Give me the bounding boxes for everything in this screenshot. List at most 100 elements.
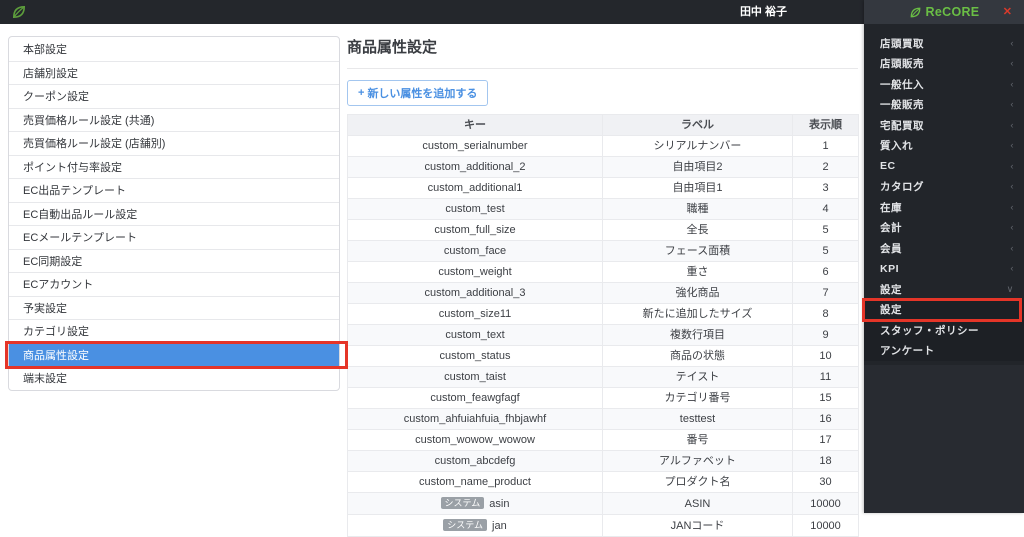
table-row[interactable]: custom_additional_3 強化商品 7 xyxy=(347,282,859,304)
table-row[interactable]: custom_additional1 自由項目1 3 xyxy=(347,177,859,199)
table-row[interactable]: custom_weight 重さ 6 xyxy=(347,261,859,283)
attr-order-cell: 15 xyxy=(792,387,859,409)
settings-nav-item-label: 本部設定 xyxy=(23,43,67,56)
attr-key: custom_feawgfagf xyxy=(430,392,520,404)
sidebar-item-label: KPI xyxy=(880,262,900,275)
settings-nav-item[interactable]: 売買価格ルール設定 (共通) xyxy=(9,107,339,132)
attr-key: custom_size11 xyxy=(438,308,512,320)
sidebar-item[interactable]: 店頭買取 ‹ xyxy=(864,33,1024,54)
attr-label-cell: 複数行項目 xyxy=(602,324,793,346)
settings-nav-item-label: クーポン設定 xyxy=(23,91,89,104)
settings-nav-item[interactable]: クーポン設定 xyxy=(9,84,339,108)
table-row[interactable]: custom_size11 新たに追加したサイズ 8 xyxy=(347,303,859,325)
sidebar-item[interactable]: 在庫 ‹ xyxy=(864,197,1024,218)
leaf-icon xyxy=(910,7,920,17)
attr-key: custom_face xyxy=(443,245,507,257)
column-header-label: ラベル xyxy=(602,114,793,136)
settings-nav-item[interactable]: カテゴリ設定 xyxy=(9,319,339,343)
table-row[interactable]: custom_ahfuiahfuia_fhbjawhf testtest 16 xyxy=(347,408,859,430)
chevron-icon: ‹ xyxy=(1010,181,1014,193)
sidebar-item[interactable]: 宅配買取 ‹ xyxy=(864,115,1024,136)
settings-nav-item[interactable]: 本部設定 xyxy=(9,37,339,61)
attr-order-cell: 10 xyxy=(792,345,859,367)
main-content: 商品属性設定 + 新しい属性を追加する キー ラベル 表示順 custom_se… xyxy=(347,36,859,537)
attr-key-cell: custom_additional_3 xyxy=(347,282,603,304)
user-menu[interactable]: 田中 裕子 xyxy=(740,0,787,24)
table-row[interactable]: custom_test 職種 4 xyxy=(347,198,859,220)
settings-nav-item[interactable]: 予実設定 xyxy=(9,295,339,320)
attr-label-cell: 新たに追加したサイズ xyxy=(602,303,793,325)
attr-label-cell: プロダクト名 xyxy=(602,471,793,493)
table-row[interactable]: システム asin ASIN 10000 xyxy=(347,492,859,515)
settings-nav-item[interactable]: EC同期設定 xyxy=(9,248,339,273)
attr-key-cell: custom_feawgfagf xyxy=(347,387,603,409)
attr-key: custom_full_size xyxy=(434,224,516,236)
chevron-icon: ‹ xyxy=(1010,242,1014,254)
table-row[interactable]: custom_full_size 全長 5 xyxy=(347,219,859,241)
system-badge: システム xyxy=(440,497,485,509)
sidebar-item-label: 設定 xyxy=(880,283,902,296)
settings-nav-item[interactable]: ECアカウント xyxy=(9,272,339,296)
attr-label-cell: 職種 xyxy=(602,198,793,220)
attr-key-cell: custom_taist xyxy=(347,366,603,388)
sidebar-item[interactable]: KPI ‹ xyxy=(864,259,1024,280)
settings-nav-item-label: 予実設定 xyxy=(23,302,67,315)
leaf-logo-icon[interactable] xyxy=(11,4,27,20)
settings-nav-item-label: 売買価格ルール設定 (店舗別) xyxy=(23,138,166,151)
settings-nav-item[interactable]: ポイント付与率設定 xyxy=(9,154,339,179)
brand-name: ReCORE xyxy=(925,5,980,19)
sidebar-item[interactable]: EC ‹ xyxy=(864,156,1024,177)
table-row[interactable]: custom_abcdefg アルファベット 18 xyxy=(347,450,859,472)
settings-nav-item-label: 売買価格ルール設定 (共通) xyxy=(23,114,155,127)
attr-order-cell: 6 xyxy=(792,261,859,283)
settings-nav-item[interactable]: 売買価格ルール設定 (店舗別) xyxy=(9,131,339,155)
sidebar-item-label: 質入れ xyxy=(880,140,913,153)
sidebar-item[interactable]: 会計 ‹ xyxy=(864,218,1024,239)
settings-nav-item-label: EC自動出品ルール設定 xyxy=(23,208,138,221)
settings-nav-item-label: ECアカウント xyxy=(23,279,94,292)
add-attribute-button[interactable]: + 新しい属性を追加する xyxy=(347,80,489,106)
settings-nav-item[interactable]: EC自動出品ルール設定 xyxy=(9,201,339,226)
chevron-icon: ‹ xyxy=(1010,119,1014,131)
table-row[interactable]: custom_additional_2 自由項目2 2 xyxy=(347,156,859,178)
sidebar-item[interactable]: スタッフ・ポリシー xyxy=(864,320,1024,341)
sidebar-item[interactable]: 設定 xyxy=(862,297,1024,322)
sidebar-item-label: カタログ xyxy=(880,181,924,194)
table-row[interactable]: custom_text 複数行項目 9 xyxy=(347,324,859,346)
sidebar-item[interactable]: 会員 ‹ xyxy=(864,238,1024,259)
system-badge: システム xyxy=(443,519,488,531)
table-row[interactable]: システム jan JANコード 10000 xyxy=(347,514,859,537)
sidebar-item[interactable]: カタログ ‹ xyxy=(864,177,1024,198)
table-row[interactable]: custom_name_product プロダクト名 30 xyxy=(347,471,859,493)
close-icon[interactable]: ✕ xyxy=(1003,0,1012,24)
attr-key: custom_serialnumber xyxy=(422,140,528,152)
sidebar-item[interactable]: 設定 ∨ xyxy=(864,279,1024,300)
settings-nav-item[interactable]: 店舗別設定 xyxy=(9,60,339,85)
table-row[interactable]: custom_face フェース面積 5 xyxy=(347,240,859,262)
table-row[interactable]: custom_status 商品の状態 10 xyxy=(347,345,859,367)
sidebar-item[interactable]: 一般仕入 ‹ xyxy=(864,74,1024,95)
table-row[interactable]: custom_wowow_wowow 番号 17 xyxy=(347,429,859,451)
settings-nav-item[interactable]: 商品属性設定 xyxy=(5,340,348,369)
column-header-key: キー xyxy=(347,114,603,136)
sidebar-item[interactable]: アンケート xyxy=(864,340,1024,361)
sidebar-item[interactable]: 一般販売 ‹ xyxy=(864,95,1024,116)
chevron-icon: ‹ xyxy=(1010,222,1014,234)
attr-label-cell: アルファベット xyxy=(602,450,793,472)
settings-nav-item[interactable]: 端末設定 xyxy=(9,366,339,390)
table-row[interactable]: custom_serialnumber シリアルナンバー 1 xyxy=(347,135,859,157)
recore-logo: ReCORE xyxy=(909,5,980,19)
attr-order-cell: 18 xyxy=(792,450,859,472)
attributes-table: キー ラベル 表示順 custom_serialnumber シリアルナンバー … xyxy=(347,114,859,537)
table-row[interactable]: custom_taist テイスト 11 xyxy=(347,366,859,388)
column-header-order: 表示順 xyxy=(792,114,859,136)
sidebar-item[interactable]: 質入れ ‹ xyxy=(864,136,1024,157)
settings-nav-item[interactable]: ECメールテンプレート xyxy=(9,225,339,249)
attr-key-cell: custom_size11 xyxy=(347,303,603,325)
settings-nav-item[interactable]: EC出品テンプレート xyxy=(9,178,339,202)
attr-label-cell: JANコード xyxy=(602,514,793,537)
table-row[interactable]: custom_feawgfagf カテゴリ番号 15 xyxy=(347,387,859,409)
attr-key: custom_text xyxy=(445,329,505,341)
sidebar-item[interactable]: 店頭販売 ‹ xyxy=(864,54,1024,75)
sidebar-item-label: 在庫 xyxy=(880,201,902,214)
